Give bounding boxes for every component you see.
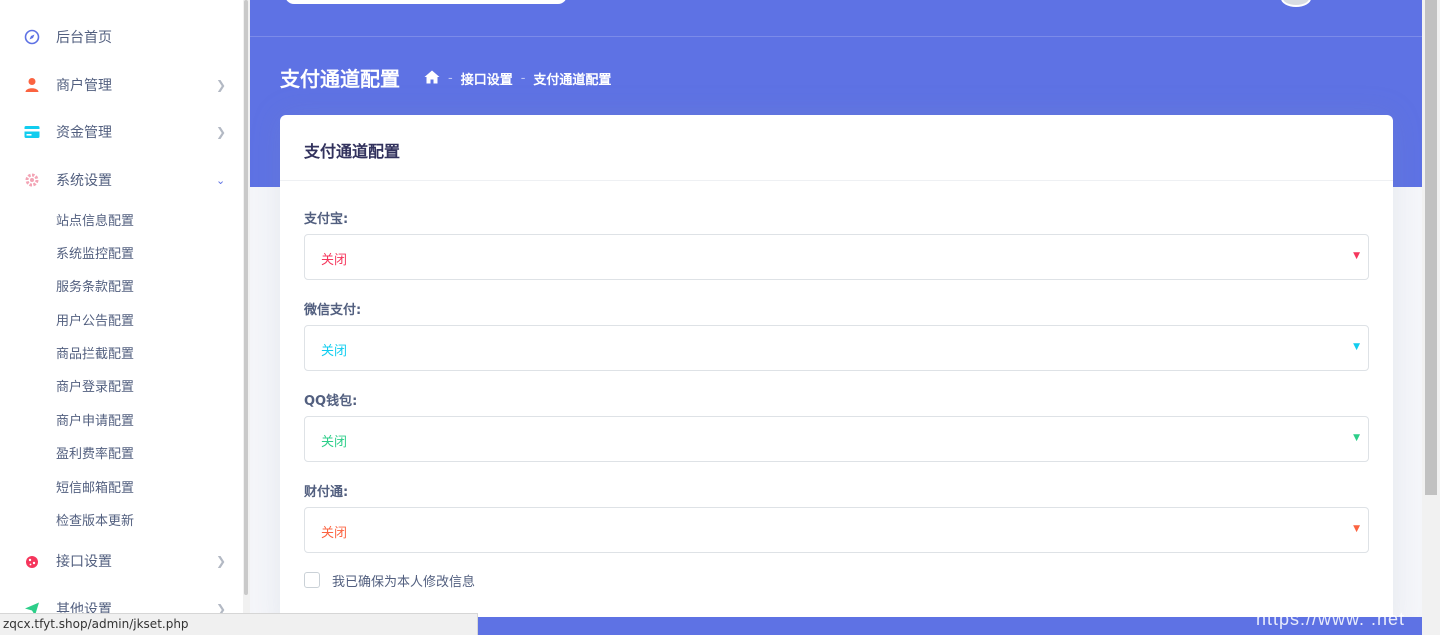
sidebar-item-label: 商户管理 — [56, 78, 112, 94]
header-divider — [250, 36, 1422, 37]
qq-wallet-label: QQ钱包: — [304, 394, 358, 409]
sidebar-item-label: 资金管理 — [56, 125, 112, 141]
wechat-pay-label: 微信支付: — [304, 303, 362, 318]
sidebar-item-label: 后台首页 — [56, 30, 112, 46]
alipay-select[interactable]: 关闭 ▼ — [304, 234, 1369, 280]
sidebar-item-merchants[interactable]: 商户管理 ❯ — [0, 65, 245, 105]
alipay-label: 支付宝: — [304, 212, 349, 227]
select-value: 关闭 — [321, 526, 348, 541]
caret-down-icon: ▼ — [1353, 251, 1360, 261]
card-header: 支付通道配置 — [280, 115, 1393, 181]
caret-down-icon: ▼ — [1353, 433, 1360, 443]
sidebar-subitem-sms-email[interactable]: 短信邮箱配置 — [56, 477, 134, 496]
gear-icon — [23, 171, 41, 189]
card-title: 支付通道配置 — [304, 142, 401, 161]
sidebar-subitem-terms[interactable]: 服务条款配置 — [56, 276, 134, 295]
chevron-right-icon: ❯ — [216, 78, 227, 92]
sidebar-item-api-settings[interactable]: 接口设置 ❯ — [0, 541, 245, 581]
breadcrumb-separator: - — [520, 71, 526, 86]
caret-down-icon: ▼ — [1353, 524, 1360, 534]
status-bar-url: zqcx.tfyt.shop/admin/jkset.php — [0, 613, 478, 635]
sidebar: 后台首页 商户管理 ❯ 资金管理 ❯ 系统设置 ⌄ 站点信息配置 系统监控配置 … — [0, 0, 245, 635]
select-value: 关闭 — [321, 344, 348, 359]
chevron-right-icon: ❯ — [216, 554, 227, 568]
chevron-down-icon: ⌄ — [216, 173, 226, 187]
select-value: 关闭 — [321, 435, 348, 450]
sidebar-subitem-profit-rate[interactable]: 盈利费率配置 — [56, 443, 134, 462]
qq-wallet-select[interactable]: 关闭 ▼ — [304, 416, 1369, 462]
breadcrumb: - 接口设置 - 支付通道配置 — [424, 69, 611, 88]
chevron-right-icon: ❯ — [216, 125, 227, 139]
watermark: https://www. .net — [1256, 609, 1406, 629]
breadcrumb-separator: - — [448, 71, 453, 86]
sidebar-item-system-settings[interactable]: 系统设置 ⌄ — [0, 160, 245, 200]
sidebar-subitem-announcement[interactable]: 用户公告配置 — [56, 310, 134, 329]
sidebar-subitem-site-info[interactable]: 站点信息配置 — [56, 210, 134, 229]
sidebar-subitem-merchant-login[interactable]: 商户登录配置 — [56, 376, 134, 395]
wechat-pay-select[interactable]: 关闭 ▼ — [304, 325, 1369, 371]
sidebar-item-funds[interactable]: 资金管理 ❯ — [0, 112, 245, 152]
confirm-checkbox[interactable] — [304, 572, 320, 588]
sidebar-subitem-product-block[interactable]: 商品拦截配置 — [56, 343, 134, 362]
caret-down-icon: ▼ — [1353, 342, 1360, 352]
tenpay-label: 财付通: — [304, 485, 349, 500]
confirm-label[interactable]: 我已确保为本人修改信息 — [332, 571, 475, 590]
card-icon — [23, 123, 41, 141]
sidebar-subitem-system-monitor[interactable]: 系统监控配置 — [56, 243, 134, 262]
tenpay-select[interactable]: 关闭 ▼ — [304, 507, 1369, 553]
sidebar-subitem-merchant-apply[interactable]: 商户申请配置 — [56, 410, 134, 429]
sidebar-item-label: 系统设置 — [56, 173, 112, 189]
config-card: 支付通道配置 支付宝: 关闭 ▼ 微信支付: 关闭 ▼ QQ钱包: 关闭 ▼ 财… — [280, 115, 1393, 635]
breadcrumb-link-api-settings[interactable]: 接口设置 — [461, 69, 513, 88]
page-title: 支付通道配置 — [280, 67, 400, 91]
search-input[interactable] — [285, 0, 567, 4]
sidebar-item-dashboard[interactable]: 后台首页 — [0, 17, 245, 57]
home-icon[interactable] — [424, 70, 440, 88]
sidebar-scrollbar-thumb[interactable] — [244, 0, 248, 595]
bug-icon — [23, 552, 41, 570]
sidebar-subitem-check-update[interactable]: 检查版本更新 — [56, 510, 134, 529]
page-scrollbar-thumb[interactable] — [1425, 0, 1437, 495]
breadcrumb-current: 支付通道配置 — [533, 73, 612, 88]
sidebar-item-label: 接口设置 — [56, 554, 112, 570]
user-icon — [23, 76, 41, 94]
select-value: 关闭 — [321, 253, 348, 268]
compass-icon — [23, 28, 41, 46]
